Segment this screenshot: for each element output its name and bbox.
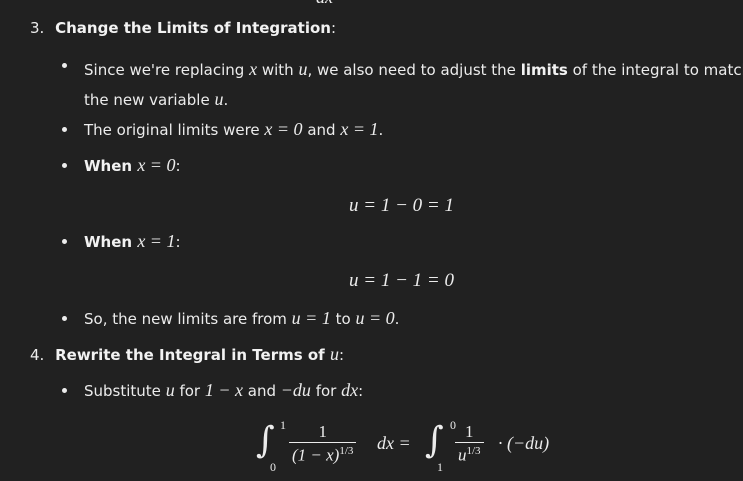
rhs-tail: · (−du) <box>498 433 550 453</box>
bullet-dot <box>62 388 67 393</box>
when-x-0-line: When x = 0: <box>84 155 181 176</box>
text: So, the new limits are from <box>84 310 292 328</box>
equation-u-equals-1: u = 1 − 0 = 1 <box>349 195 454 216</box>
math-u-eq-1: u = 1 <box>291 308 331 328</box>
step-4-title: Rewrite the Integral in Terms of <box>55 346 330 364</box>
rhs-denominator: u <box>458 445 467 465</box>
math-x-eq-1: x = 1 <box>340 119 379 139</box>
text: and <box>302 121 341 139</box>
text: for <box>174 382 205 400</box>
lhs-fraction: 1 (1 − x)1/3 <box>289 422 357 466</box>
text: : <box>175 157 181 175</box>
integral-upper-limit: 1 <box>280 418 286 432</box>
step-3-number: 3. <box>30 19 45 37</box>
integral-lower-limit: 0 <box>270 460 276 474</box>
step-3-title: Change the Limits of Integration <box>55 19 331 37</box>
math-u: u <box>329 344 339 364</box>
bullet-dot <box>62 127 67 132</box>
text: : <box>358 382 364 400</box>
text: . <box>378 121 384 139</box>
text: Since we're replacing <box>84 61 250 79</box>
when-x-1-line: When x = 1: <box>84 231 181 252</box>
bullet-dot <box>62 239 67 244</box>
rhs-exponent: 1/3 <box>466 445 481 457</box>
step-3-heading: 3. Change the Limits of Integration: <box>30 19 336 37</box>
integral-sign: ∫ <box>425 420 444 461</box>
bullet-dot <box>62 163 67 168</box>
text: The original limits were <box>84 121 265 139</box>
bullet-dot <box>62 63 67 68</box>
rhs-fraction: 1 u1/3 <box>455 422 484 466</box>
equation-u-equals-0: u = 1 − 1 = 0 <box>349 270 454 291</box>
text: for <box>310 382 342 400</box>
cutoff-fragment: dx <box>316 0 333 8</box>
math-1-minus-x: 1 − x <box>204 380 243 400</box>
lhs-dx-equals: dx = <box>377 433 411 453</box>
rhs-numerator: 1 <box>465 422 474 441</box>
math-u: u <box>165 380 175 400</box>
math-u-eq-0: u = 0 <box>355 308 395 328</box>
math-minus-du: −du <box>280 380 311 400</box>
text: with <box>257 61 299 79</box>
text: , we also need to adjust the <box>307 61 521 79</box>
text: : <box>175 233 181 251</box>
math-x: x <box>249 59 258 79</box>
text: to <box>330 310 356 328</box>
bold-limits: limits <box>520 61 568 79</box>
math-x-eq-0: x = 0 <box>264 119 303 139</box>
text: the new variable <box>84 91 215 109</box>
integral-sign: ∫ <box>256 420 275 461</box>
step-4-colon: : <box>338 346 344 364</box>
step-4-number: 4. <box>30 346 45 364</box>
text: . <box>223 91 229 109</box>
bold-when: When <box>84 233 138 251</box>
lhs-exponent: 1/3 <box>339 445 354 457</box>
limits-explanation: Since we're replacing x with u, we also … <box>84 55 743 115</box>
lhs-numerator: 1 <box>318 422 327 441</box>
text: and <box>243 382 281 400</box>
text: . <box>394 310 400 328</box>
original-limits-line: The original limits were x = 0 and x = 1… <box>84 119 383 140</box>
math-x-eq-0: x = 0 <box>137 155 176 175</box>
integral-lower-limit: 1 <box>437 460 443 474</box>
text: of the integral to match <box>567 61 743 79</box>
bold-when: When <box>84 157 138 175</box>
text: Substitute <box>84 382 166 400</box>
new-limits-line: So, the new limits are from u = 1 to u =… <box>84 308 399 329</box>
step-4-heading: 4. Rewrite the Integral in Terms of u: <box>30 344 344 365</box>
math-dx: dx <box>341 380 359 400</box>
math-x-eq-1: x = 1 <box>137 231 176 251</box>
lhs-denominator: (1 − x) <box>292 445 340 465</box>
bullet-dot <box>62 316 67 321</box>
substitute-line: Substitute u for 1 − x and −du for dx: <box>84 380 363 401</box>
step-3-colon: : <box>330 19 337 37</box>
